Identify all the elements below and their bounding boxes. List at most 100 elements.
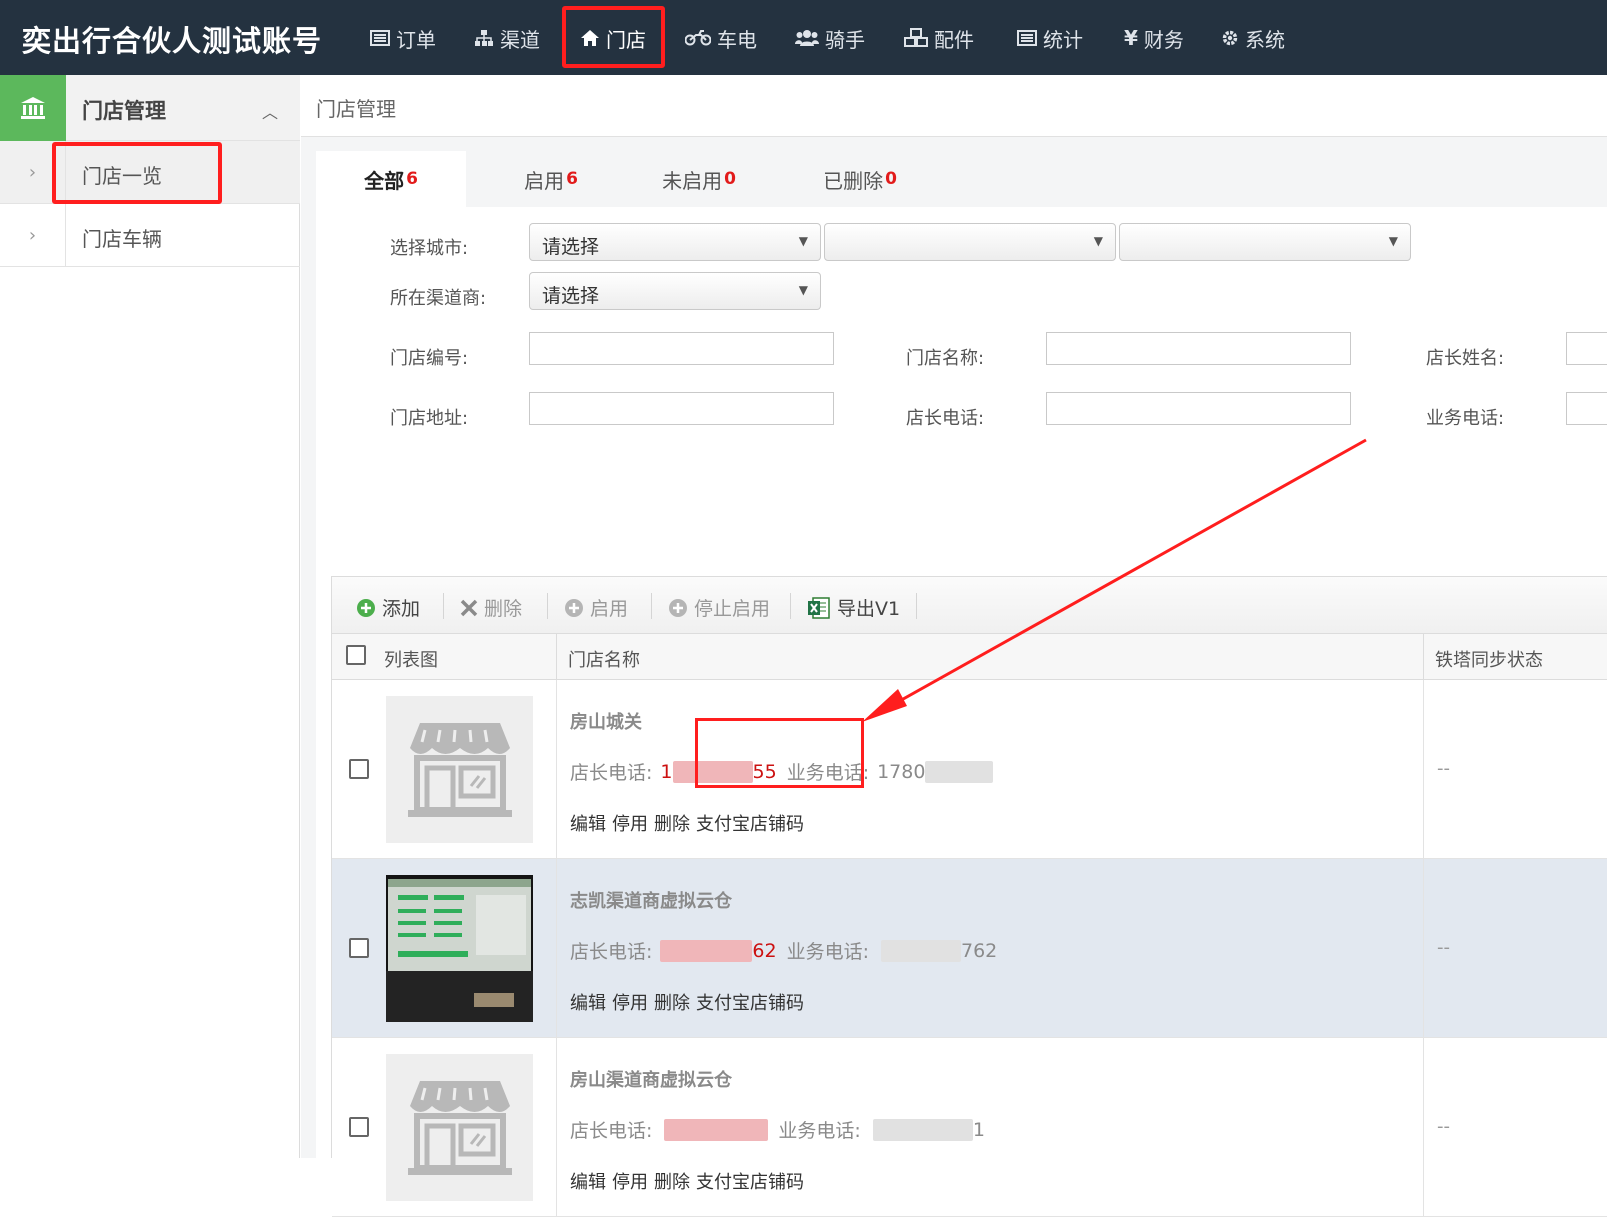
annotation-highlight-sidebar — [52, 142, 222, 204]
dropdown-caret-icon: ▼ — [1093, 234, 1103, 248]
district-select[interactable]: ▼ — [1119, 223, 1411, 261]
column-divider — [556, 859, 557, 1038]
sync-status: -- — [1437, 1116, 1450, 1137]
row-checkbox[interactable] — [349, 759, 369, 779]
tab-all[interactable]: 全部 6 — [316, 151, 466, 207]
nav-system[interactable]: 系统 — [1221, 24, 1285, 52]
nav-statistics[interactable]: 统计 — [1017, 24, 1083, 52]
manager-name-label: 店长姓名: — [1426, 348, 1505, 369]
store-no-input[interactable] — [529, 332, 834, 365]
tab-count: 6 — [406, 169, 418, 189]
chevron-up-icon[interactable]: ︿ — [262, 99, 278, 123]
address-label: 门店地址: — [390, 408, 469, 429]
list-icon — [1017, 30, 1037, 46]
sync-status: -- — [1437, 758, 1450, 779]
edit-link[interactable]: 编辑 — [570, 814, 606, 835]
toolbar-divider — [443, 593, 444, 619]
dropdown-caret-icon: ▼ — [798, 283, 808, 297]
store-icon — [407, 1080, 512, 1175]
city-select[interactable]: ▼ — [824, 223, 1116, 261]
sidebar-section-title: 门店管理 — [82, 99, 166, 123]
column-divider — [1423, 680, 1424, 859]
channel-select[interactable]: 请选择 ▼ — [529, 272, 821, 310]
nav-finance[interactable]: ¥ 财务 — [1124, 24, 1184, 52]
tab-count: 0 — [724, 169, 736, 189]
toolbar-divider — [651, 593, 652, 619]
tab-count: 0 — [885, 169, 897, 189]
nav-statistics-label: 统计 — [1043, 27, 1083, 52]
manager-name-input[interactable] — [1566, 332, 1607, 365]
address-input[interactable] — [529, 392, 834, 425]
delete-link[interactable]: 删除 — [654, 814, 690, 835]
toolbar-divider — [547, 593, 548, 619]
store-name: 房山渠道商虚拟云仓 — [570, 1070, 732, 1091]
col-header-image: 列表图 — [384, 650, 438, 671]
chevron-right-icon: › — [0, 204, 66, 266]
col-header-name: 门店名称 — [568, 650, 640, 671]
annotation-highlight-alipay — [695, 718, 864, 788]
sidebar-section-header[interactable]: 门店管理 ︿ — [0, 75, 300, 141]
store-phones: 店长电话: 62 业务电话: 762 — [570, 939, 998, 963]
table-row: 房山城关 店长电话: 1 55 业务电话: 178 0 编辑 停用 删除 支付宝店铺码 … — [332, 680, 1607, 859]
store-panel: 全部 6 启用 6 未启用 0 已删除 0 选择城市: 请选择 ▼ ▼ ▼ 所在渠道商: … — [316, 151, 1607, 1217]
edit-link[interactable]: 编辑 — [570, 1172, 606, 1193]
nav-vehicles[interactable]: 车电 — [685, 24, 757, 52]
store-name-input[interactable] — [1046, 332, 1351, 365]
disable-link[interactable]: 停用 — [612, 814, 648, 835]
store-no-label: 门店编号: — [390, 348, 469, 369]
status-tabs: 全部 6 启用 6 未启用 0 已删除 0 — [316, 151, 1607, 207]
add-button[interactable]: 添加 — [356, 594, 420, 621]
column-divider — [1423, 1038, 1424, 1217]
city-label: 选择城市: — [390, 238, 469, 259]
store-name: 房山城关 — [570, 712, 642, 733]
sidebar-item-store-vehicles[interactable]: › 门店车辆 — [0, 204, 300, 267]
manager-phone-input[interactable] — [1046, 392, 1351, 425]
column-divider — [556, 680, 557, 859]
channel-label: 所在渠道商: — [390, 288, 487, 309]
business-phone-label: 业务电话: — [1426, 408, 1505, 429]
users-icon — [795, 30, 819, 46]
alipay-store-code-link[interactable]: 支付宝店铺码 — [696, 1172, 804, 1193]
disable-link[interactable]: 停用 — [612, 1172, 648, 1193]
tab-deleted[interactable]: 已删除 0 — [790, 151, 930, 207]
row-checkbox[interactable] — [349, 1117, 369, 1137]
delete-link[interactable]: 删除 — [654, 993, 690, 1014]
tab-enabled[interactable]: 启用 6 — [486, 151, 616, 207]
column-divider — [1423, 634, 1424, 680]
redacted-phone — [664, 1118, 769, 1141]
nav-orders-label: 订单 — [396, 27, 436, 52]
gear-icon — [1222, 30, 1238, 46]
nav-channels[interactable]: 渠道 — [474, 24, 540, 52]
select-all-checkbox[interactable] — [346, 645, 366, 665]
redacted-phone — [881, 939, 961, 962]
nav-orders[interactable]: 订单 — [370, 24, 436, 52]
disable-link[interactable]: 停用 — [612, 993, 648, 1014]
disable-button[interactable]: 停止启用 — [668, 594, 770, 621]
column-divider — [1423, 859, 1424, 1038]
store-photo-image — [386, 875, 533, 1022]
delete-link[interactable]: 删除 — [654, 1172, 690, 1193]
column-divider — [556, 1038, 557, 1217]
list-icon — [370, 30, 390, 46]
table-toolbar: 添加 删除 启用 停止启用 导出V1 — [332, 577, 1607, 634]
col-header-sync: 铁塔同步状态 — [1435, 650, 1543, 671]
enable-button[interactable]: 启用 — [564, 594, 628, 621]
redacted-phone — [872, 1118, 973, 1141]
edit-link[interactable]: 编辑 — [570, 993, 606, 1014]
toolbar-divider — [916, 593, 917, 619]
delete-button[interactable]: 删除 — [460, 594, 522, 621]
excel-icon — [808, 596, 830, 619]
store-name-label: 门店名称: — [906, 348, 985, 369]
alipay-store-code-link[interactable]: 支付宝店铺码 — [696, 993, 804, 1014]
nav-parts[interactable]: 配件 — [904, 24, 974, 52]
province-select[interactable]: 请选择 ▼ — [529, 223, 821, 261]
cubes-icon — [904, 28, 928, 47]
export-button[interactable]: 导出V1 — [807, 594, 900, 621]
alipay-store-code-link[interactable]: 支付宝店铺码 — [696, 814, 804, 835]
nav-vehicles-label: 车电 — [717, 27, 757, 52]
row-checkbox[interactable] — [349, 938, 369, 958]
nav-riders[interactable]: 骑手 — [795, 24, 865, 52]
tab-not-enabled[interactable]: 未启用 0 — [634, 151, 764, 207]
business-phone-input[interactable] — [1566, 392, 1607, 425]
close-icon — [460, 599, 478, 616]
